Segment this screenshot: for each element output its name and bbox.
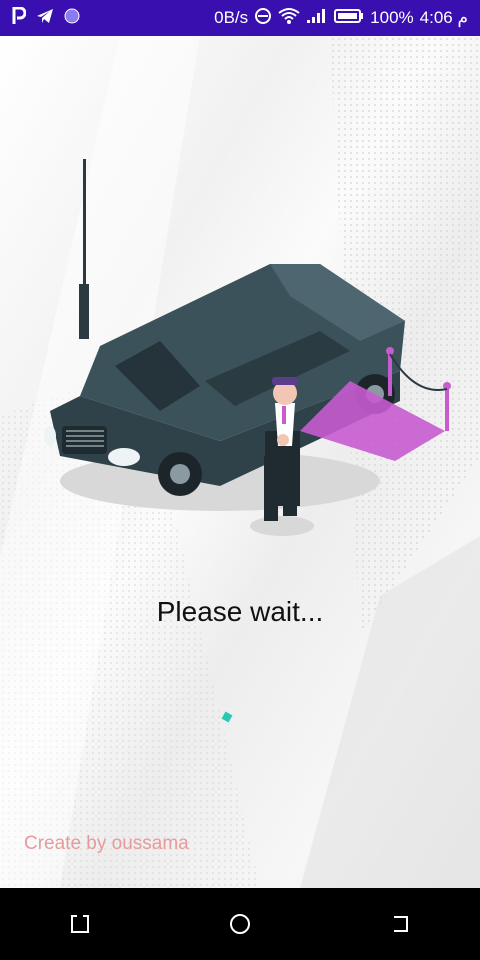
loading-text: Please wait... [156, 596, 324, 627]
signal-icon [306, 8, 328, 29]
clock: 4:06 م [419, 8, 468, 27]
status-right: 0B/s 100% 4:06 م [214, 7, 468, 30]
back-button[interactable] [60, 904, 100, 944]
back-icon [71, 915, 89, 933]
navigation-bar [0, 888, 480, 960]
telegram-icon [36, 8, 54, 28]
limousine-illustration [44, 159, 451, 536]
home-icon [230, 914, 250, 934]
wifi-icon [278, 7, 300, 30]
battery-percent: 100% [370, 8, 414, 27]
network-speed: 0B/s [214, 8, 249, 27]
parking-icon [12, 6, 27, 29]
recents-button[interactable] [380, 904, 420, 944]
recents-icon [394, 916, 408, 932]
home-button[interactable] [220, 904, 260, 944]
status-bar: 0B/s 100% 4:06 م [0, 0, 480, 36]
battery-icon [334, 8, 364, 29]
circle-app-icon [64, 8, 80, 28]
dnd-icon [254, 7, 272, 30]
splash-screen: Please wait... Create by oussama [0, 36, 480, 888]
credit-text: Create by oussama [24, 833, 189, 854]
status-left [12, 6, 80, 29]
